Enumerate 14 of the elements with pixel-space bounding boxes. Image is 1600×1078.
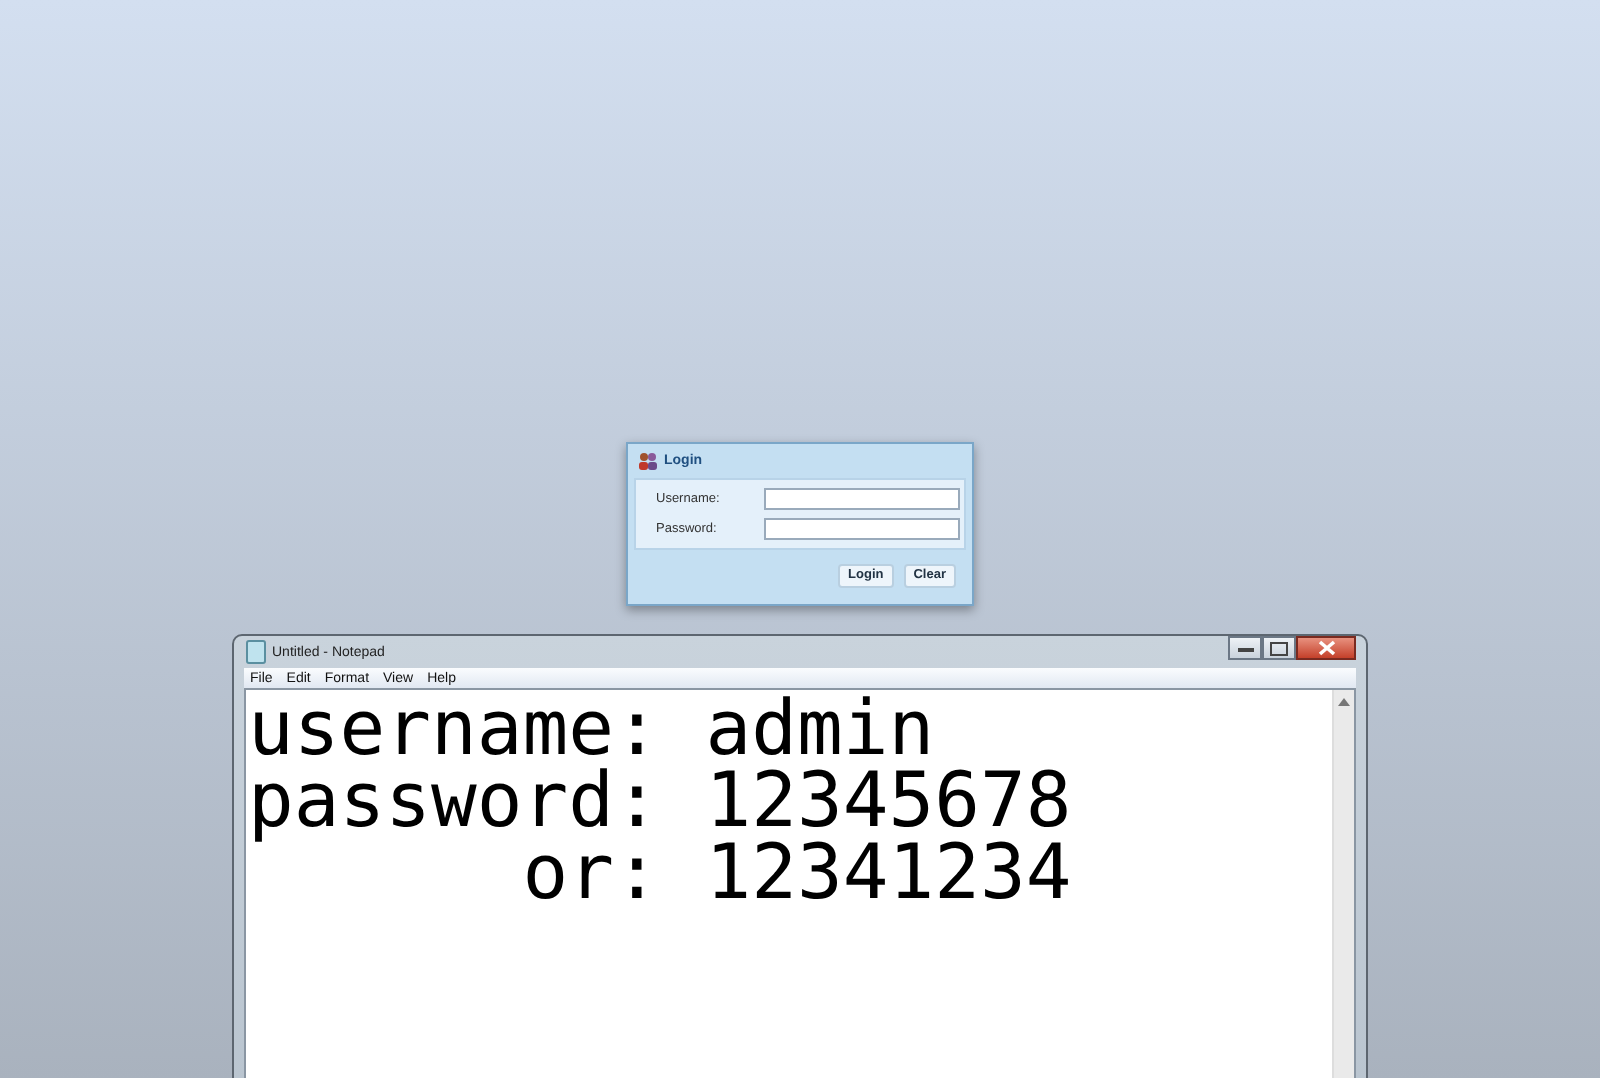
close-button[interactable] <box>1296 636 1356 660</box>
text-line: username: admin <box>248 692 935 764</box>
minimize-icon <box>1237 645 1253 651</box>
close-icon <box>1317 640 1335 656</box>
users-icon <box>638 452 658 470</box>
input-field[interactable] <box>764 518 960 540</box>
text-line: or: 12341234 <box>522 836 1074 908</box>
maximize-icon <box>1270 641 1288 655</box>
notepad-icon <box>246 640 266 664</box>
scroll-up-icon <box>1338 698 1350 706</box>
scrollbar[interactable] <box>1332 690 1354 1078</box>
input-field[interactable] <box>764 488 960 510</box>
minimize-button[interactable] <box>1228 636 1262 660</box>
maximize-button[interactable] <box>1262 636 1296 660</box>
